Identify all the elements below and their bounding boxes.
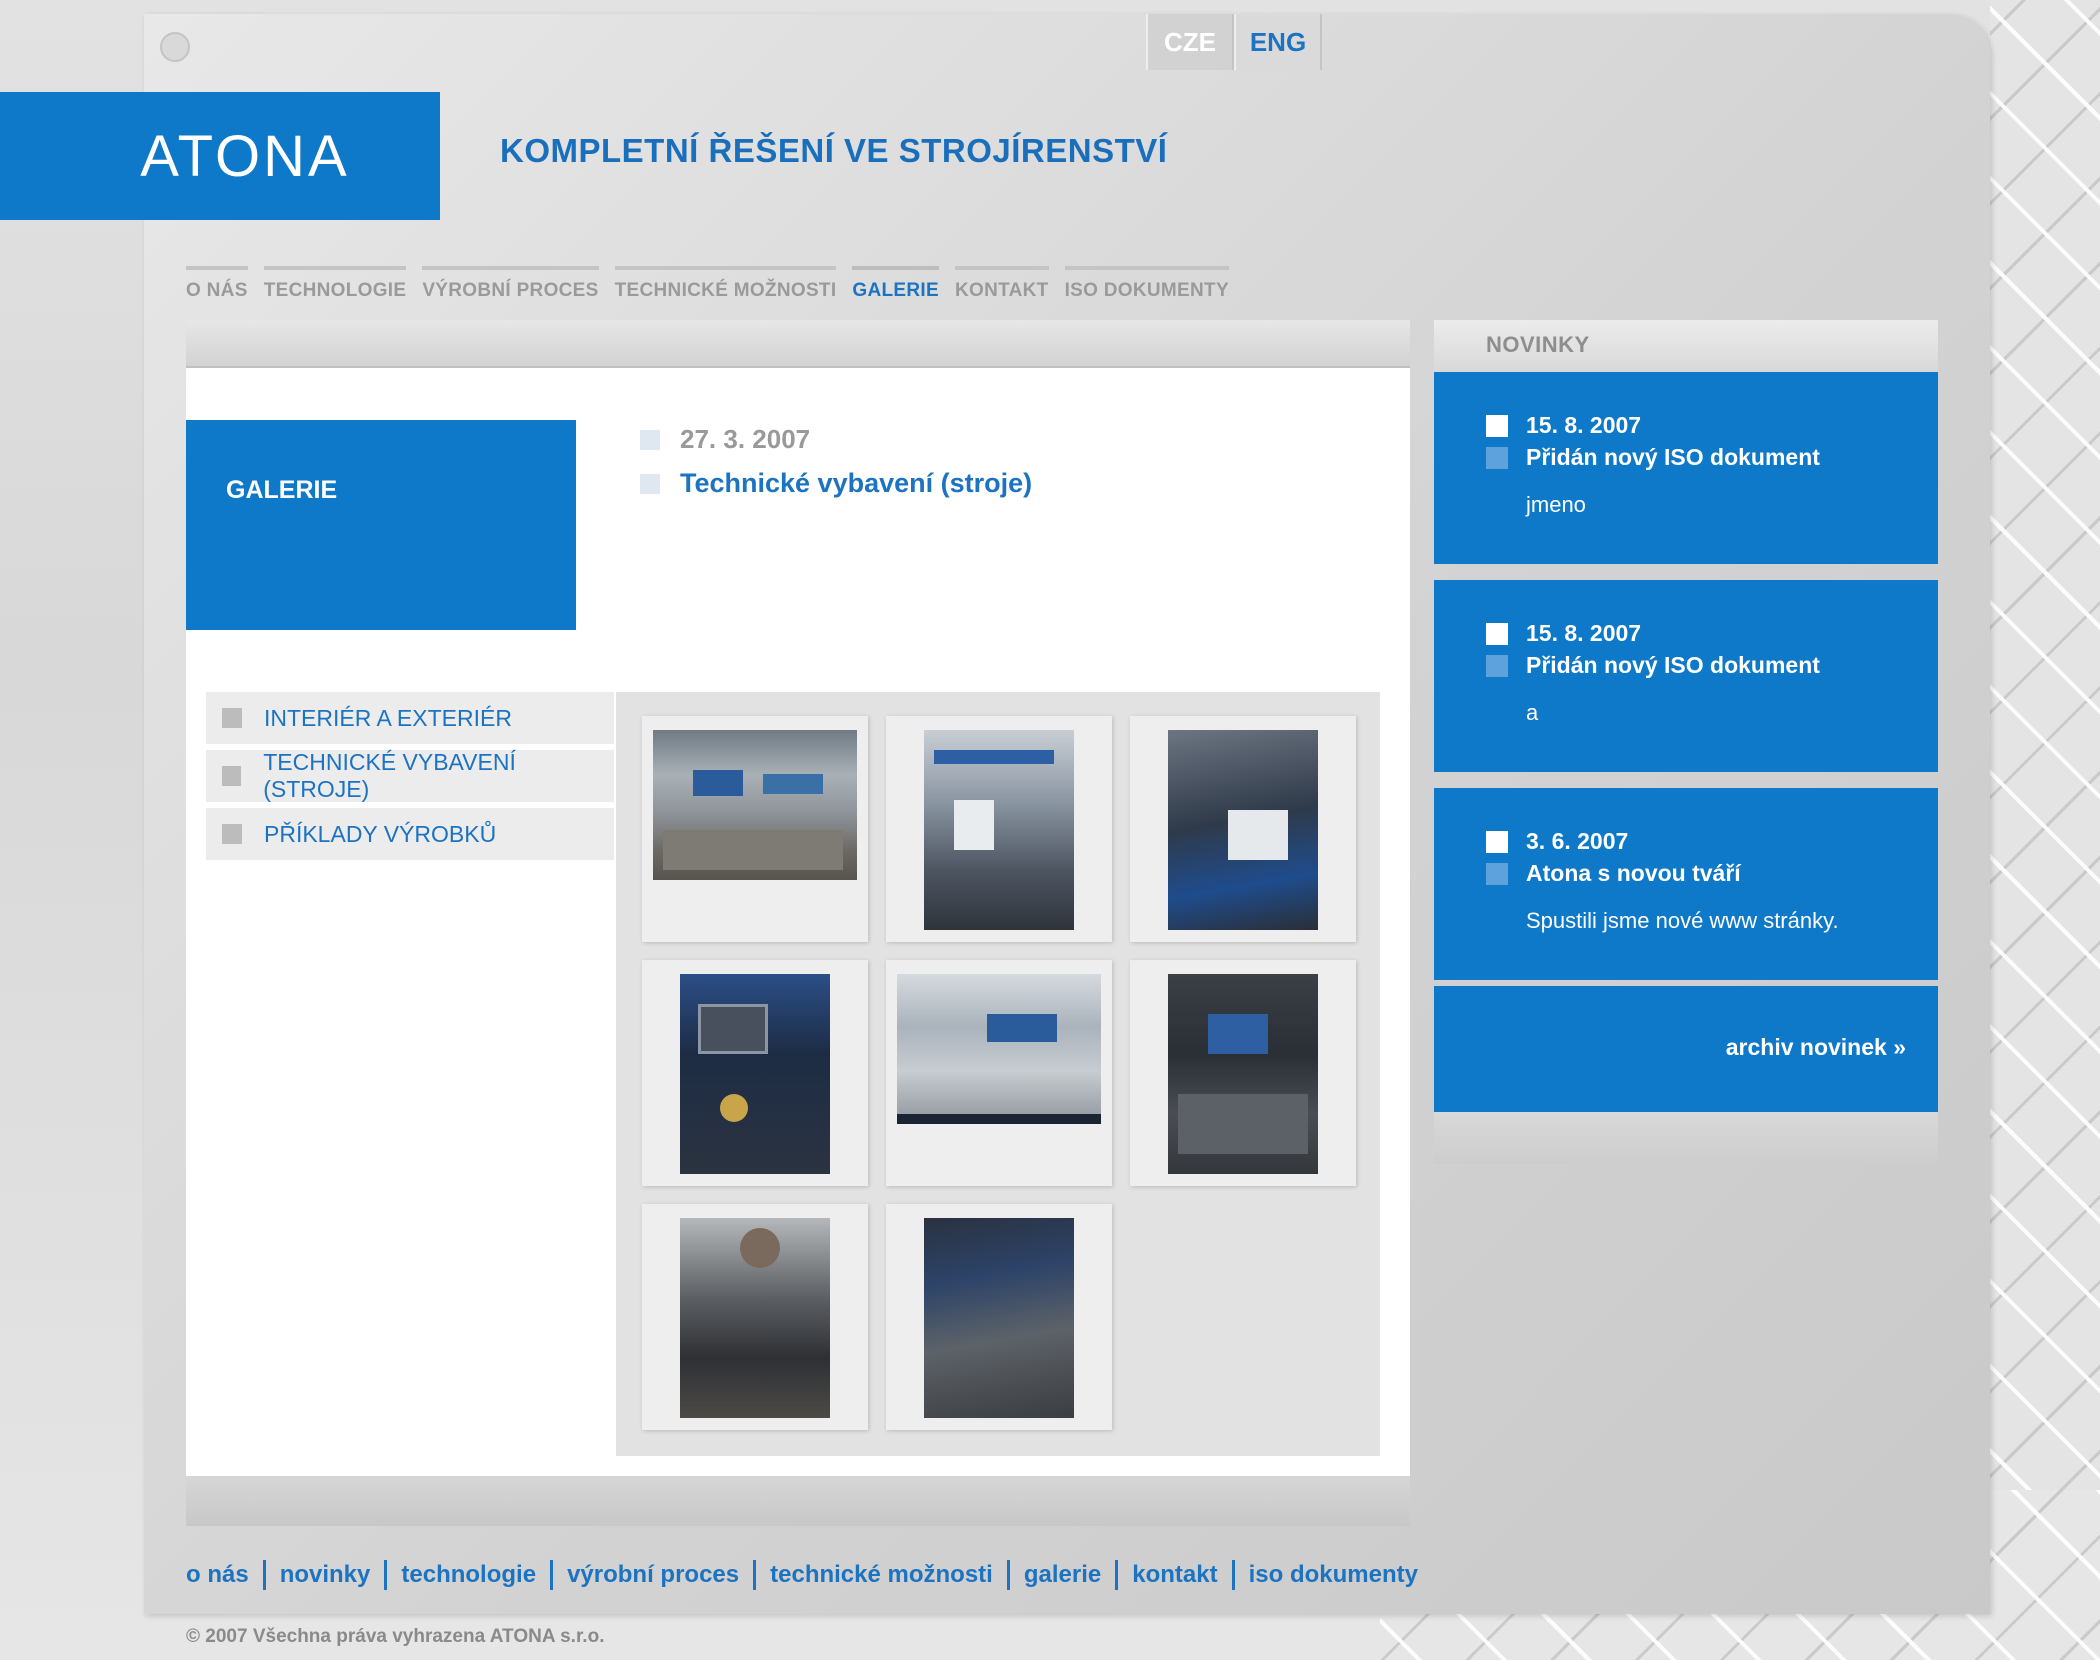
section-title: GALERIE bbox=[226, 476, 338, 504]
news-heading: Přidán nový ISO dokument bbox=[1526, 444, 1820, 470]
gallery-grid bbox=[616, 692, 1380, 1456]
bullet-square-icon bbox=[640, 473, 660, 494]
gallery-thumb[interactable] bbox=[642, 716, 868, 942]
submenu-item-label: INTERIÉR A EXTERIÉR bbox=[264, 704, 512, 731]
news-footer-bar bbox=[1434, 1112, 1938, 1164]
news-date: 15. 8. 2007 bbox=[1526, 412, 1642, 438]
news-header: NOVINKY bbox=[1434, 320, 1938, 372]
section-title-box: GALERIE bbox=[186, 420, 576, 630]
logo[interactable]: ATONA bbox=[0, 92, 440, 220]
lang-cze-button[interactable]: CZE bbox=[1146, 14, 1234, 70]
submenu-item-priklady-vyrobku[interactable]: PŘÍKLADY VÝROBKŮ bbox=[206, 808, 614, 862]
lang-eng-button[interactable]: ENG bbox=[1234, 14, 1322, 70]
footer-separator bbox=[262, 1560, 266, 1590]
footer-separator bbox=[1231, 1560, 1235, 1590]
bullet-square-icon bbox=[222, 708, 242, 728]
footer-link-technologie[interactable]: technologie bbox=[401, 1561, 536, 1589]
gallery-thumb[interactable] bbox=[1130, 716, 1356, 942]
footer-link-o-nas[interactable]: o nás bbox=[186, 1561, 249, 1589]
photo-welding-icon bbox=[1168, 974, 1318, 1174]
article-date-line: 27. 3. 2007 bbox=[640, 424, 810, 455]
article-title-line: Technické vybavení (stroje) bbox=[640, 468, 1032, 499]
submenu-item-label: PŘÍKLADY VÝROBKŮ bbox=[264, 820, 497, 847]
footer-separator bbox=[550, 1560, 554, 1590]
nav-item-kontakt[interactable]: KONTAKT bbox=[954, 266, 1049, 302]
footer-link-galerie[interactable]: galerie bbox=[1024, 1561, 1101, 1589]
photo-laser-machine-icon bbox=[924, 730, 1074, 930]
photo-control-panel-icon bbox=[680, 974, 830, 1174]
bullet-square-icon bbox=[1486, 414, 1508, 437]
news-archive-link[interactable]: archiv novinek » bbox=[1726, 1034, 1906, 1061]
photo-punching-machine-icon bbox=[897, 974, 1101, 1124]
nav-item-galerie[interactable]: GALERIE bbox=[852, 266, 939, 302]
footer-separator bbox=[1006, 1560, 1010, 1590]
gallery-thumb[interactable] bbox=[642, 1204, 868, 1430]
gallery-thumb[interactable] bbox=[1130, 960, 1356, 1186]
bullet-square-icon bbox=[640, 429, 660, 450]
news-text: a bbox=[1526, 700, 1539, 725]
footer-nav: o nás novinky technologie výrobní proces… bbox=[186, 1560, 1418, 1590]
news-item[interactable]: 3. 6. 2007 Atona s novou tváří Spustili … bbox=[1434, 788, 1938, 980]
submenu-item-label: TECHNICKÉ VYBAVENÍ (STROJE) bbox=[263, 749, 516, 802]
news-archive: archiv novinek » bbox=[1434, 986, 1938, 1112]
diamond-plate-background bbox=[1990, 0, 2100, 1660]
news-text: Spustili jsme nové www stránky. bbox=[1526, 908, 1839, 933]
gallery-thumb[interactable] bbox=[886, 716, 1112, 942]
news-item[interactable]: 15. 8. 2007 Přidán nový ISO dokument a bbox=[1434, 580, 1938, 772]
nav-item-technicke-moznosti[interactable]: TECHNICKÉ MOŽNOSTI bbox=[614, 266, 837, 302]
bullet-square-icon bbox=[1486, 830, 1508, 853]
bullet-square-icon bbox=[222, 766, 242, 786]
photo-machine-bed-icon bbox=[1168, 730, 1318, 930]
tagline: KOMPLETNÍ ŘEŠENÍ VE STROJÍRENSTVÍ bbox=[500, 132, 1168, 169]
submenu-item-technicke-vybaveni[interactable]: TECHNICKÉ VYBAVENÍ (STROJE) bbox=[206, 749, 614, 804]
news-heading: Atona s novou tváří bbox=[1526, 860, 1741, 886]
footer-separator bbox=[1115, 1560, 1119, 1590]
submenu-item-interier[interactable]: INTERIÉR A EXTERIÉR bbox=[206, 692, 614, 746]
news-item[interactable]: 15. 8. 2007 Přidán nový ISO dokument jme… bbox=[1434, 372, 1938, 564]
news-date: 15. 8. 2007 bbox=[1526, 620, 1642, 646]
gallery-thumb[interactable] bbox=[886, 960, 1112, 1186]
bullet-square-icon bbox=[1486, 654, 1508, 677]
gallery-thumb[interactable] bbox=[886, 1204, 1112, 1430]
logo-text: ATONA bbox=[140, 123, 350, 189]
bullet-square-icon bbox=[222, 824, 242, 844]
content-header-bar bbox=[186, 320, 1410, 368]
footer-link-technicke-moznosti[interactable]: technické možnosti bbox=[770, 1561, 993, 1589]
bullet-square-icon bbox=[1486, 622, 1508, 645]
news-title: NOVINKY bbox=[1486, 332, 1590, 357]
footer-link-novinky[interactable]: novinky bbox=[280, 1561, 371, 1589]
photo-worker-grinding-icon bbox=[680, 1218, 830, 1418]
language-switcher: CZE ENG bbox=[1146, 14, 1322, 70]
footer-separator bbox=[384, 1560, 388, 1590]
photo-factory-hall-icon bbox=[653, 730, 857, 880]
copyright: © 2007 Všechna práva vyhrazena ATONA s.r… bbox=[186, 1626, 605, 1647]
footer-link-vyrobni-proces[interactable]: výrobní proces bbox=[567, 1561, 739, 1589]
news-text: jmeno bbox=[1526, 492, 1586, 517]
bullet-square-icon bbox=[1486, 446, 1508, 469]
nav-item-iso-dokumenty[interactable]: ISO DOKUMENTY bbox=[1064, 266, 1229, 302]
news-heading: Přidán nový ISO dokument bbox=[1526, 652, 1820, 678]
gallery-thumb[interactable] bbox=[642, 960, 868, 1186]
footer-separator bbox=[753, 1560, 757, 1590]
main-nav: O NÁS TECHNOLOGIE VÝROBNÍ PROCES TECHNIC… bbox=[186, 266, 1229, 302]
nav-item-o-nas[interactable]: O NÁS bbox=[186, 266, 248, 302]
nav-item-technologie[interactable]: TECHNOLOGIE bbox=[263, 266, 407, 302]
article-title: Technické vybavení (stroje) bbox=[680, 468, 1033, 498]
photo-worker-welding-icon bbox=[924, 1218, 1074, 1418]
article-date: 27. 3. 2007 bbox=[680, 424, 811, 454]
frame-rivet-icon bbox=[160, 32, 190, 62]
footer-link-iso-dokumenty[interactable]: iso dokumenty bbox=[1249, 1561, 1418, 1589]
gallery-submenu: INTERIÉR A EXTERIÉR TECHNICKÉ VYBAVENÍ (… bbox=[206, 692, 614, 866]
content-footer-bar bbox=[186, 1476, 1410, 1526]
bullet-square-icon bbox=[1486, 862, 1508, 885]
nav-item-vyrobni-proces[interactable]: VÝROBNÍ PROCES bbox=[422, 266, 599, 302]
footer-link-kontakt[interactable]: kontakt bbox=[1132, 1561, 1217, 1589]
news-date: 3. 6. 2007 bbox=[1526, 828, 1629, 854]
